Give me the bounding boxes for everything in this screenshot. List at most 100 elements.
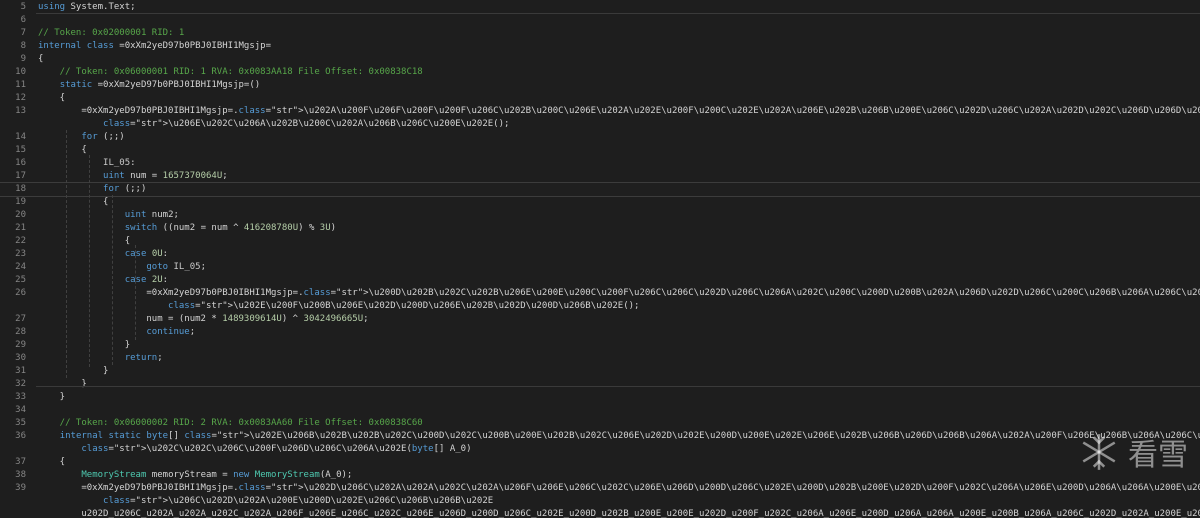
line-number: 27 <box>15 314 26 324</box>
line-code: num = (num2 * 1489309614U) ^ 3042496665U… <box>38 314 369 324</box>
code-line[interactable]: 37 { <box>0 456 1200 469</box>
code-line[interactable]: 16 IL_05: <box>0 157 1200 170</box>
line-number: 12 <box>15 93 26 103</box>
line-code: static =0xXm2yeD97b0PBJ0IBHI1Mgsjp=() <box>59 80 261 90</box>
indent-guide <box>66 130 67 378</box>
code-line[interactable]: 19 { <box>0 196 1200 209</box>
indent-guide <box>135 245 136 340</box>
line-code: uint num2; <box>124 210 179 220</box>
code-editor[interactable]: 5 using System.Text; 6 7 // Token: 0x0200000… <box>0 0 1200 518</box>
line-code: internal static byte[] class="str">\u202… <box>59 431 1200 441</box>
code-line[interactable]: 38 MemoryStream memoryStream = new Memor… <box>0 469 1200 482</box>
code-line[interactable]: 32 } <box>0 378 1200 391</box>
line-number: 8 <box>20 41 26 51</box>
code-line[interactable]: 23 case 0U: <box>0 248 1200 261</box>
line-number: 25 <box>15 275 26 285</box>
line-number: 13 <box>15 106 26 116</box>
line-number: 38 <box>15 470 26 480</box>
line-code: =0xXm2yeD97b0PBJ0IBHI1Mgsjp=.class="str"… <box>38 483 1200 493</box>
code-line[interactable]: 34 <box>0 404 1200 417</box>
line-number: 16 <box>15 158 26 168</box>
code-line[interactable]: 31 } <box>0 365 1200 378</box>
line-number: 11 <box>15 80 26 90</box>
line-number: 9 <box>20 54 26 64</box>
line-code: continue; <box>146 327 196 337</box>
line-code: case 0U: <box>124 249 169 259</box>
line-code: { <box>38 93 66 103</box>
line-code: } <box>38 379 87 389</box>
line-number: 36 <box>15 431 26 441</box>
line-code: { <box>38 236 131 246</box>
line-number: 34 <box>15 405 26 415</box>
code-line[interactable]: 14 for (;;) <box>0 131 1200 144</box>
line-code: internal class =0xXm2yeD97b0PBJ0IBHI1Mgs… <box>38 41 272 51</box>
code-line[interactable]: 13 =0xXm2yeD97b0PBJ0IBHI1Mgsjp=.class="s… <box>0 105 1200 118</box>
line-number: 18 <box>15 184 26 194</box>
code-line[interactable]: 7 // Token: 0x02000001 RID: 1 <box>0 27 1200 40</box>
code-line[interactable]: 29 } <box>0 339 1200 352</box>
code-line[interactable]: 11 static =0xXm2yeD97b0PBJ0IBHI1Mgsjp=() <box>0 79 1200 92</box>
code-line[interactable]: 9{ <box>0 53 1200 66</box>
line-code: } <box>38 340 131 350</box>
line-number: 19 <box>15 197 26 207</box>
code-line[interactable]: 8 internal class =0xXm2yeD97b0PBJ0IBHI1Mg… <box>0 40 1200 53</box>
line-code: =0xXm2yeD97b0PBJ0IBHI1Mgsjp=.class="str"… <box>38 106 1200 116</box>
indent-guide <box>112 195 113 365</box>
line-number: 7 <box>20 28 26 38</box>
line-number: 10 <box>15 67 26 77</box>
line-code: using System.Text; <box>38 2 136 12</box>
code-line[interactable]: class="str">\u202C\u202C\u206C\u200F\u20… <box>0 443 1200 456</box>
code-line[interactable]: 35 // Token: 0x06000002 RID: 2 RVA: 0x00… <box>0 417 1200 430</box>
line-code: { <box>38 457 66 467</box>
line-number: 17 <box>15 171 26 181</box>
code-line[interactable]: u202D_u206C_u202A_u202A_u202C_u202A_u206… <box>0 508 1200 518</box>
line-code: } <box>38 366 109 376</box>
watermark: 看雪 <box>1078 430 1188 474</box>
line-code: u202D_u206C_u202A_u202A_u202C_u202A_u206… <box>38 509 1200 518</box>
line-code: class="str">\u206C\u202D\u202A\u200E\u20… <box>103 496 494 506</box>
line-number: 33 <box>15 392 26 402</box>
code-line[interactable]: 6 <box>0 14 1200 27</box>
code-line[interactable]: 18 for (;;) <box>0 182 1200 197</box>
code-line[interactable]: 39 =0xXm2yeD97b0PBJ0IBHI1Mgsjp=.class="s… <box>0 482 1200 495</box>
line-code: class="str">\u202C\u202C\u206C\u200F\u20… <box>81 444 472 454</box>
code-line[interactable]: class="str">\u202E\u200F\u200B\u206E\u20… <box>0 300 1200 313</box>
line-code: } <box>38 392 66 402</box>
code-line[interactable]: 30 return; <box>0 352 1200 365</box>
line-code: { <box>38 197 109 207</box>
code-line[interactable]: 36 internal static byte[] class="str">\u… <box>0 430 1200 443</box>
line-code: { <box>38 54 44 64</box>
code-line[interactable]: 27 num = (num2 * 1489309614U) ^ 30424966… <box>0 313 1200 326</box>
line-number: 32 <box>15 379 26 389</box>
line-number: 35 <box>15 418 26 428</box>
code-line[interactable]: 12 { <box>0 92 1200 105</box>
line-code: // Token: 0x06000002 RID: 2 RVA: 0x0083A… <box>38 418 423 428</box>
line-number: 22 <box>15 236 26 246</box>
indent-guide <box>89 155 90 367</box>
code-line[interactable]: 28 continue; <box>0 326 1200 339</box>
line-number: 28 <box>15 327 26 337</box>
separator-method <box>36 386 1200 387</box>
code-line[interactable]: 20 uint num2; <box>0 209 1200 222</box>
code-line[interactable]: 10 // Token: 0x06000001 RID: 1 RVA: 0x00… <box>0 66 1200 79</box>
code-line[interactable]: 24 goto IL_05; <box>0 261 1200 274</box>
code-line[interactable]: 15 { <box>0 144 1200 157</box>
line-code: for (;;) <box>81 132 125 142</box>
code-line[interactable]: 33 } <box>0 391 1200 404</box>
line-number: 5 <box>20 2 26 12</box>
line-number: 26 <box>15 288 26 298</box>
code-line[interactable]: 21 switch ((num2 = num ^ 416208780U) % 3… <box>0 222 1200 235</box>
code-line[interactable]: 22 { <box>0 235 1200 248</box>
line-code: switch ((num2 = num ^ 416208780U) % 3U) <box>124 223 337 233</box>
line-number: 24 <box>15 262 26 272</box>
line-number: 6 <box>20 15 26 25</box>
line-number: 37 <box>15 457 26 467</box>
code-line[interactable]: 25 case 2U: <box>0 274 1200 287</box>
code-line[interactable]: 17 uint num = 1657370064U; <box>0 170 1200 183</box>
code-line[interactable]: class="str">\u206C\u202D\u202A\u200E\u20… <box>0 495 1200 508</box>
code-line[interactable]: class="str">\u206E\u202C\u206A\u202B\u20… <box>0 118 1200 131</box>
code-line[interactable]: 26 =0xXm2yeD97b0PBJ0IBHI1Mgsjp=.class="s… <box>0 287 1200 300</box>
line-code: goto IL_05; <box>146 262 206 272</box>
line-code: IL_05: <box>103 158 136 168</box>
line-code: MemoryStream memoryStream = new MemorySt… <box>81 470 353 480</box>
